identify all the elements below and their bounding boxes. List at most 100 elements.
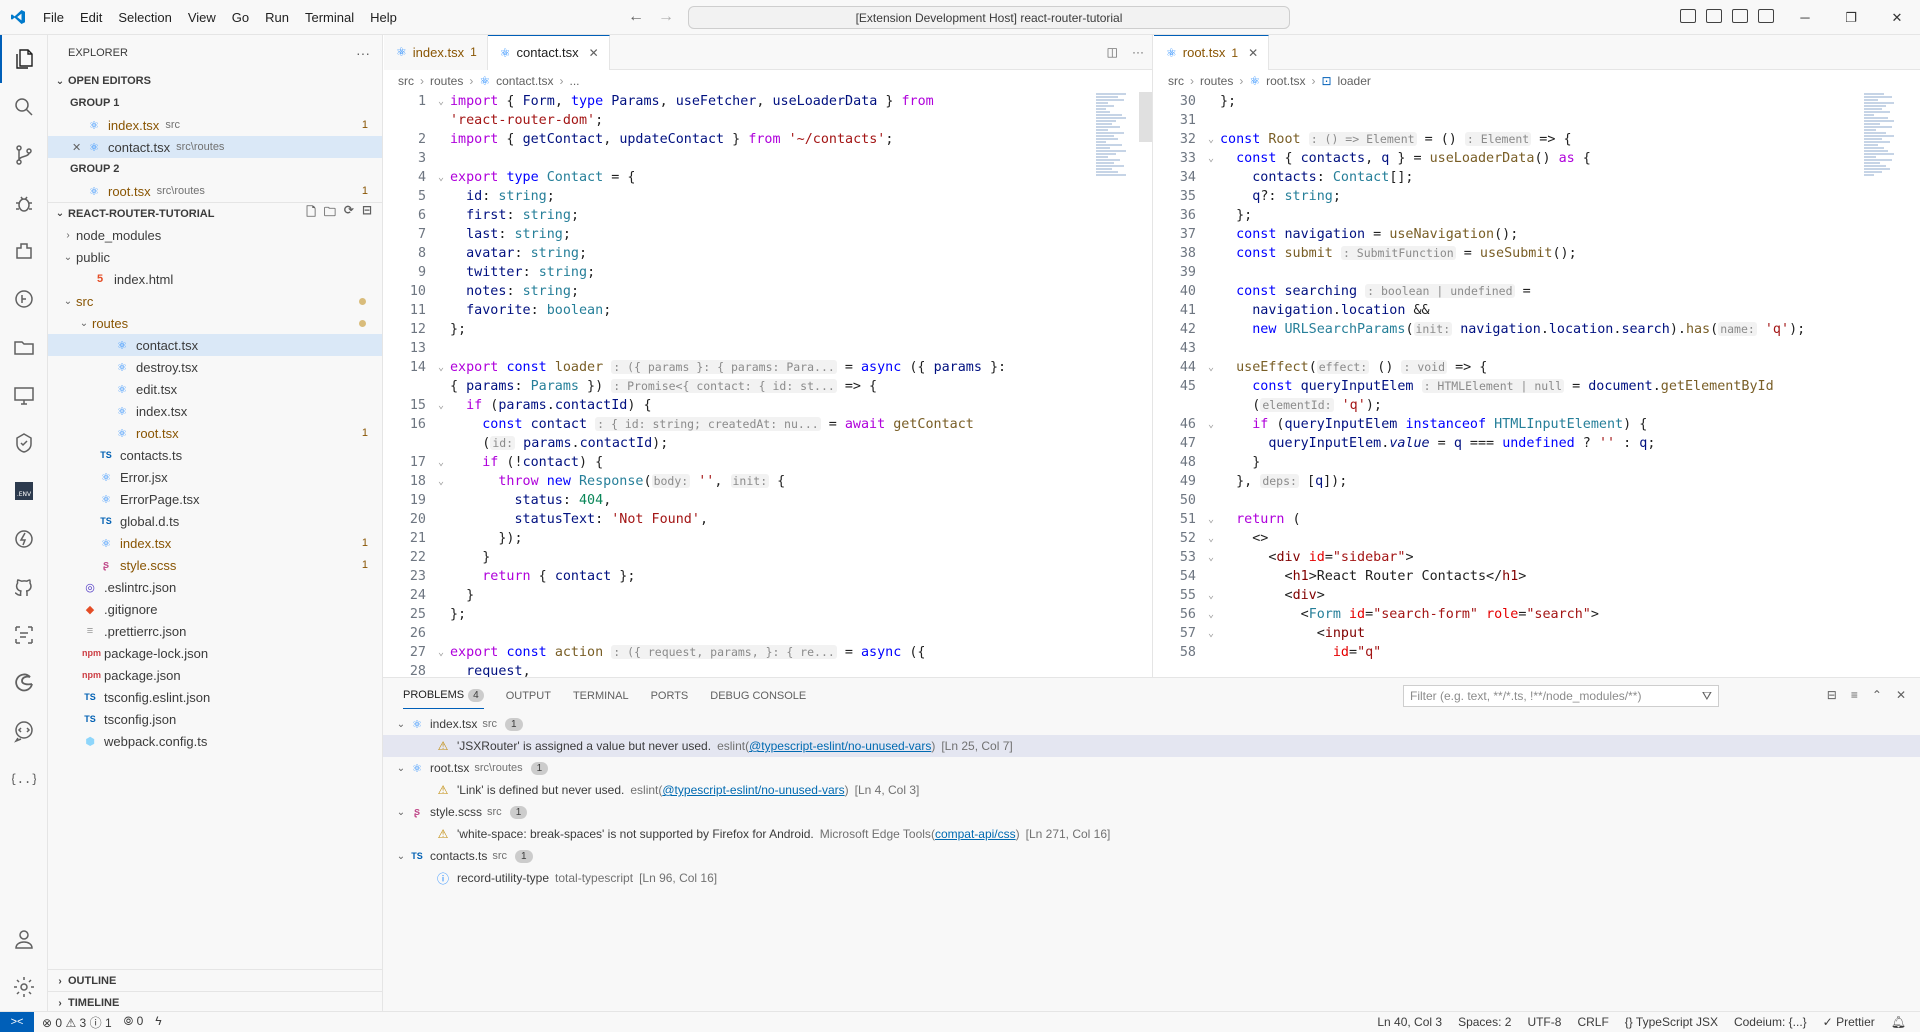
cursor-position[interactable]: Ln 40, Col 3 — [1377, 1015, 1442, 1029]
minimap[interactable] — [1096, 92, 1136, 292]
tree-item-index-html[interactable]: 5 index.html — [48, 268, 382, 290]
tab-problems[interactable]: PROBLEMS 4 — [403, 682, 484, 709]
problems-status[interactable]: ⊗ 0 ⚠ 3 ⓘ 1 — [42, 1014, 112, 1031]
close-window-icon[interactable]: ✕ — [1874, 0, 1920, 35]
new-folder-icon[interactable]: 🗀 — [324, 203, 336, 224]
breadcrumb-item[interactable]: loader — [1338, 74, 1371, 88]
problem-code-link[interactable]: @typescript-eslint/no-unused-vars — [749, 739, 931, 753]
remote-indicator-icon[interactable]: >< — [0, 1011, 34, 1032]
menu-go[interactable]: Go — [224, 0, 257, 35]
breadcrumb-item[interactable]: ... — [569, 74, 579, 88]
view-as-table-icon[interactable]: ⊟ — [1827, 688, 1837, 702]
menu-file[interactable]: File — [35, 0, 72, 35]
tree-item-contacts-ts[interactable]: TS contacts.ts — [48, 444, 382, 466]
encoding[interactable]: UTF-8 — [1527, 1015, 1561, 1029]
timeline-view-icon[interactable] — [0, 611, 48, 659]
tab-debug-console[interactable]: DEBUG CONSOLE — [710, 690, 806, 702]
toggle-primary-sidebar-icon[interactable] — [1680, 9, 1696, 23]
notifications-bell-icon[interactable]: 🔔︎ — [1891, 1015, 1906, 1029]
tab-output[interactable]: OUTPUT — [506, 690, 551, 702]
manage-gear-icon[interactable] — [0, 963, 48, 1011]
tree-item-contact-tsx[interactable]: ⚛ contact.tsx — [48, 334, 382, 356]
end-of-line[interactable]: CRLF — [1577, 1015, 1608, 1029]
accounts-icon[interactable] — [0, 915, 48, 963]
tree-item-package-json[interactable]: npm package.json — [48, 664, 382, 686]
tree-item-edit-tsx[interactable]: ⚛ edit.tsx — [48, 378, 382, 400]
tab-contact-tsx[interactable]: ⚛ contact.tsx ✕ — [487, 35, 610, 70]
outline-header[interactable]: › OUTLINE — [48, 970, 382, 992]
ports-status[interactable]: ⦾ 0 — [124, 1014, 144, 1031]
tree-item-destroy-tsx[interactable]: ⚛ destroy.tsx — [48, 356, 382, 378]
vertical-scrollbar[interactable] — [1139, 92, 1152, 142]
git-graph-icon[interactable] — [0, 275, 48, 323]
close-panel-icon[interactable]: ✕ — [1896, 688, 1906, 702]
back-arrow-icon[interactable]: ← — [628, 8, 644, 26]
extensions-icon[interactable] — [0, 227, 48, 275]
tree-item-webpack-config-ts[interactable]: ⬢ webpack.config.ts — [48, 730, 382, 752]
close-editor-icon[interactable]: ✕ — [72, 141, 81, 154]
tree-item-tsconfig-eslint-json[interactable]: TS tsconfig.eslint.json — [48, 686, 382, 708]
problems-filter-input[interactable]: Filter (e.g. text, **/*.ts, !**/node_mod… — [1403, 685, 1719, 707]
open-editor-item[interactable]: ⚛ index.tsx src 1 — [48, 114, 382, 136]
problem-code-link[interactable]: compat-api/css — [935, 827, 1016, 841]
code-editor[interactable]: 30}; 31 32 ⌄ const Root : () => Element = … — [1154, 92, 1920, 662]
explorer-icon[interactable] — [0, 35, 48, 83]
tree-item-style-scss[interactable]: ʂ style.scss 1 — [48, 554, 382, 576]
problem-item[interactable]: ⚠ 'Link' is defined but never used. esli… — [383, 779, 1920, 801]
menu-run[interactable]: Run — [257, 0, 297, 35]
tree-item-prettierrc-json[interactable]: ≡ .prettierrc.json — [48, 620, 382, 642]
command-center[interactable]: [Extension Development Host] react-route… — [688, 6, 1290, 29]
filter-icon[interactable]: ⛛ — [1702, 686, 1712, 706]
tree-item-root-tsx[interactable]: ⚛ root.tsx 1 — [48, 422, 382, 444]
testing-icon[interactable] — [0, 419, 48, 467]
breadcrumb-item[interactable]: routes — [1200, 74, 1233, 88]
run-debug-icon[interactable] — [0, 179, 48, 227]
collapse-all-icon[interactable]: ≡ — [1851, 688, 1858, 702]
tab-root-tsx[interactable]: ⚛ root.tsx 1 ✕ — [1154, 35, 1270, 70]
collapse-all-icon[interactable]: ⊟ — [362, 203, 372, 224]
project-header[interactable]: ⌄ REACT-ROUTER-TUTORIAL 🗋 🗀 ⟳ ⊟ — [48, 202, 382, 224]
maximize-panel-icon[interactable]: ⌃ — [1872, 688, 1882, 702]
problem-file[interactable]: ⌄ ʂ style.scss src 1 — [383, 801, 1920, 823]
open-editor-item[interactable]: ⚛ root.tsx src\routes 1 — [48, 180, 382, 202]
forward-arrow-icon[interactable]: → — [658, 8, 674, 26]
problem-file[interactable]: ⌄ ⚛ index.tsx src 1 — [383, 713, 1920, 735]
tree-item-global-d-ts[interactable]: TS global.d.ts — [48, 510, 382, 532]
open-editors-header[interactable]: ⌄ OPEN EDITORS — [48, 70, 382, 92]
github-icon[interactable] — [0, 563, 48, 611]
problem-file[interactable]: ⌄ TS contacts.ts src 1 — [383, 845, 1920, 867]
codeium-status[interactable]: Codeium: {...} — [1734, 1015, 1807, 1029]
tab-terminal[interactable]: TERMINAL — [573, 690, 629, 702]
minimize-icon[interactable]: ─ — [1782, 0, 1828, 35]
tree-item-tsconfig-json[interactable]: TS tsconfig.json — [48, 708, 382, 730]
more-actions-icon[interactable]: ··· — [1132, 45, 1144, 59]
project-manager-icon[interactable] — [0, 323, 48, 371]
json-braces-icon[interactable]: {..} — [0, 755, 48, 803]
dotenv-icon[interactable]: .ENV — [0, 467, 48, 515]
menu-selection[interactable]: Selection — [110, 0, 179, 35]
menu-edit[interactable]: Edit — [72, 0, 110, 35]
tree-item-public[interactable]: ⌄ public — [48, 246, 382, 268]
restore-icon[interactable]: ❐ — [1828, 0, 1874, 35]
edge-tools-icon[interactable] — [0, 659, 48, 707]
problem-item[interactable]: ⚠ 'JSXRouter' is assigned a value but ne… — [383, 735, 1920, 757]
customize-layout-icon[interactable] — [1758, 9, 1774, 23]
breadcrumb-item[interactable]: contact.tsx — [496, 74, 553, 88]
chat-icon[interactable] — [0, 707, 48, 755]
menu-terminal[interactable]: Terminal — [297, 0, 362, 35]
tree-item-error-jsx[interactable]: ⚛ Error.jsx — [48, 466, 382, 488]
open-editor-item[interactable]: ✕ ⚛ contact.tsx src\routes — [48, 136, 382, 158]
tree-item-package-lock-json[interactable]: npm package-lock.json — [48, 642, 382, 664]
search-icon[interactable] — [0, 83, 48, 131]
tree-item-eslintrc-json[interactable]: ◎ .eslintrc.json — [48, 576, 382, 598]
menu-view[interactable]: View — [180, 0, 224, 35]
indentation[interactable]: Spaces: 2 — [1458, 1015, 1511, 1029]
tab-ports[interactable]: PORTS — [651, 690, 689, 702]
tree-item-routes[interactable]: ⌄ routes — [48, 312, 382, 334]
minimap[interactable] — [1864, 92, 1904, 292]
refresh-icon[interactable]: ⟳ — [344, 203, 354, 224]
problem-item[interactable]: ⚠ 'white-space: break-spaces' is not sup… — [383, 823, 1920, 845]
breadcrumb-item[interactable]: root.tsx — [1266, 74, 1305, 88]
tree-item-errorpage-tsx[interactable]: ⚛ ErrorPage.tsx — [48, 488, 382, 510]
toggle-panel-icon[interactable] — [1706, 9, 1722, 23]
